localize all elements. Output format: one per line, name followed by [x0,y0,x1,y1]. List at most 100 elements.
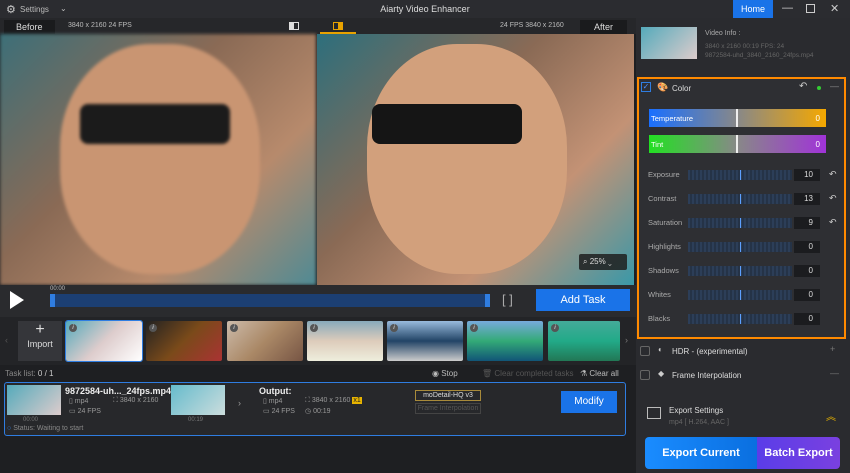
end-thumbnail [171,385,225,415]
clear-all-label: Clear all [589,369,619,378]
task-row[interactable]: 00:00 9872584-uh..._24fps.mp4 ▯ mp4 ⛶ 38… [4,382,626,436]
plus-icon: + [35,321,45,338]
maximize-icon[interactable] [806,4,815,13]
tasklist-header: Task list: 0 / 1 [5,369,53,378]
color-checkbox[interactable]: ✓ [641,82,651,92]
trim-start-handle[interactable] [50,294,55,307]
reset-contrast-icon[interactable]: ↶ [829,193,837,204]
trim-end-handle[interactable] [485,294,490,307]
video-thumbnail[interactable]: i [146,321,222,361]
clear-completed-button[interactable]: 🗑 Clear completed tasks [482,369,574,378]
exposure-slider[interactable]: Exposure 10 [648,168,828,182]
info-icon[interactable]: i [470,324,478,332]
temperature-value: 0 [815,114,820,123]
scale-badge: x1 [352,397,362,404]
reset-icon[interactable]: ↶ [799,81,807,92]
before-info: 3840 x 2160 24 FPS [68,22,132,29]
model-badge: moDetail-HQ v3 [415,390,481,401]
video-thumbnail[interactable]: i [227,321,303,361]
whites-slider[interactable]: Whites 0 [648,288,828,302]
start-time: 00:00 [23,417,39,423]
output-resolution: ⛶ 3840 x 2160 x1 [305,397,362,404]
temperature-slider[interactable]: Temperature 0 [649,109,826,127]
zoom-value: 25% [589,257,606,266]
bracket-icon[interactable]: [ ] [502,292,513,307]
saturation-slider[interactable]: Saturation 9 [648,216,828,230]
tint-slider[interactable]: Tint 0 [649,135,826,153]
zoom-icon: ⌕ [583,257,590,266]
export-current-button[interactable]: Export Current [645,437,757,469]
before-preview [0,34,316,285]
import-label: Import [27,339,53,349]
chevron-down-icon[interactable]: ⌄ [60,4,67,13]
tint-handle[interactable] [736,135,738,153]
info-icon[interactable]: i [230,324,238,332]
blacks-slider[interactable]: Blacks 0 [648,312,828,326]
stop-button[interactable]: ◉ Stop [432,369,458,378]
video-thumbnail[interactable]: i [65,320,143,362]
color-title: Color [672,84,692,93]
collapse-frame-interp-icon[interactable]: — [830,368,839,378]
video-strip: ‹ + Import i i i i i i i › [0,317,636,365]
info-icon[interactable]: i [551,324,559,332]
input-format: ▯ mp4 [69,398,89,405]
home-button[interactable]: Home [733,0,773,18]
task-status: ○ Status: Waiting to start [7,425,84,432]
timeline-track[interactable] [50,294,490,307]
video-thumbnail[interactable]: i [387,321,463,361]
export-settings-sub: mp4 [ H.264, AAC ] [669,419,729,426]
shadows-slider[interactable]: Shadows 0 [648,264,828,278]
collapse-icon[interactable]: — [830,81,839,91]
contrast-slider[interactable]: Contrast 13 [648,192,828,206]
expand-icon[interactable]: + [830,344,835,354]
frame-interp-label: Frame Interpolation [672,371,742,380]
task-filename: 9872584-uh..._24fps.mp4 [65,386,172,396]
video-thumbnail[interactable]: i [307,321,383,361]
frame-interp-checkbox[interactable] [640,370,650,380]
video-info-file: 9872584-uhd_3840_2160_24fps.mp4 [705,52,814,59]
batch-export-button[interactable]: Batch Export [757,437,840,469]
stop-label: Stop [441,369,458,378]
gear-icon[interactable]: ⚙ [6,3,16,16]
side-by-side-tab[interactable] [320,20,356,34]
clear-all-button[interactable]: ⚗ Clear all [580,369,619,378]
add-task-button[interactable]: Add Task [536,289,630,311]
app-title: Aiarty Video Enhancer [380,4,470,14]
temperature-handle[interactable] [736,109,738,127]
split-view-icon[interactable] [289,22,299,30]
video-thumbnail[interactable]: i [548,321,620,361]
reset-saturation-icon[interactable]: ↶ [829,217,837,228]
info-icon[interactable]: i [390,324,398,332]
import-button[interactable]: + Import [18,321,62,361]
settings-menu[interactable]: Settings [20,5,49,14]
tint-label: Tint [651,140,664,149]
minimize-icon[interactable]: — [782,2,793,14]
compare-header: Before 3840 x 2160 24 FPS 24 FPS 3840 x … [0,18,636,34]
hdr-checkbox[interactable] [640,346,650,356]
title-bar: ⚙ Settings ⌄ Aiarty Video Enhancer Home … [0,0,850,18]
input-fps: ▭ 24 FPS [69,408,101,415]
output-duration: ◷ 00:19 [305,408,331,415]
scroll-right-icon[interactable]: › [625,335,628,345]
scroll-left-icon[interactable]: ‹ [5,335,8,345]
chevron-up-icon[interactable]: ︽ [826,408,836,423]
current-time: 00:00 [50,286,66,292]
close-icon[interactable]: ✕ [830,2,839,15]
video-thumbnail[interactable]: i [467,321,543,361]
info-icon[interactable]: i [310,324,318,332]
play-icon[interactable] [10,291,24,309]
highlights-slider[interactable]: Highlights 0 [648,240,828,254]
reset-exposure-icon[interactable]: ↶ [829,169,837,180]
info-icon[interactable]: i [69,324,77,332]
end-time: 00:19 [188,417,204,423]
zoom-control[interactable]: ⌕ 25% ⌄ [579,254,627,270]
arrow-right-icon: › [238,398,241,408]
info-icon[interactable]: i [149,324,157,332]
output-label: Output: [259,386,292,396]
video-info-thumbnail [641,27,697,59]
modify-button[interactable]: Modify [561,391,617,413]
output-fps: ▭ 24 FPS [263,408,295,415]
input-resolution: ⛶ 3840 x 2160 [113,397,159,404]
frame-interp-icon: ◆ [658,369,665,378]
status-dot [817,86,821,90]
